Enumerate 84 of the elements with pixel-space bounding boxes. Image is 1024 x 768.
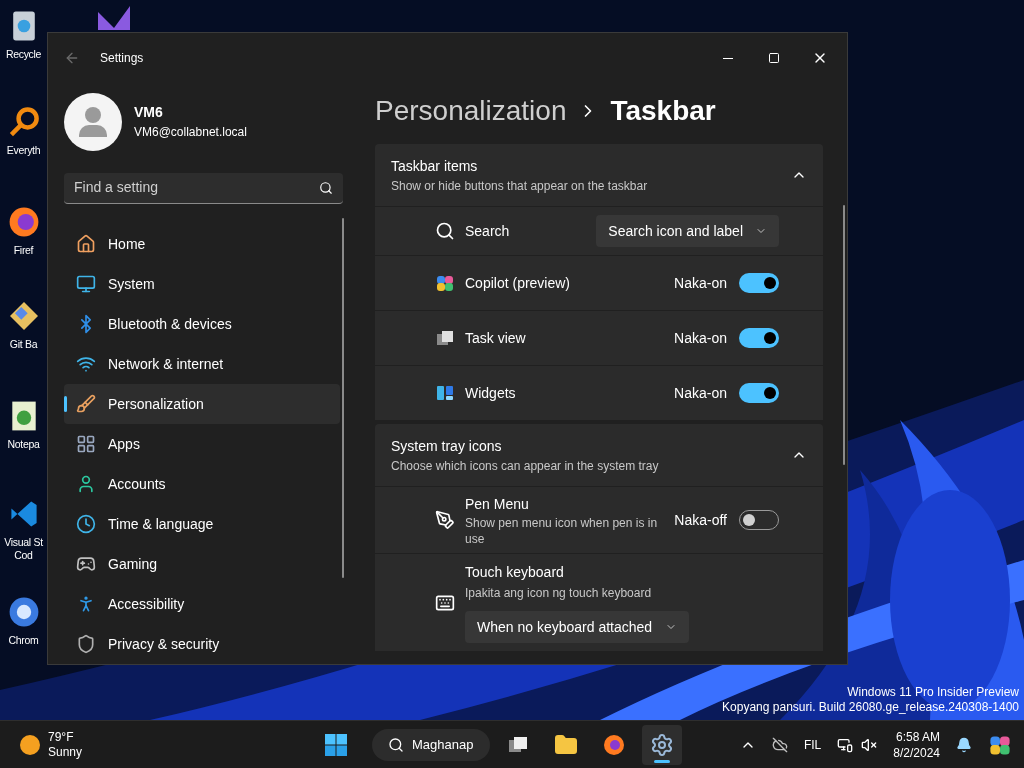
start-icon[interactable] [324,732,348,757]
maximize-icon [768,52,780,64]
minimize-icon [723,57,733,59]
nav-item[interactable]: Personalization [64,384,340,424]
nav-item[interactable]: Gaming [64,544,340,584]
setting-label: Copilot (preview) [465,273,572,293]
section-subtitle: Show or hide buttons that appear on the taskbar [391,177,649,195]
nav-item[interactable]: Accounts [64,464,340,504]
setting-label: Pen Menu [465,494,530,514]
setting-label: Widgets [465,383,517,403]
toggle-switch[interactable] [739,328,779,348]
toggle-state-label: Naka-on [674,273,727,293]
toggle-switch[interactable] [739,273,779,293]
account-email: VM6@collabnet.local [134,124,247,142]
shield-icon [76,634,96,654]
volume-muted-icon[interactable] [861,736,878,753]
dropdown[interactable]: Search icon and label [596,215,779,247]
nav-item[interactable]: Accessibility [64,584,340,624]
task-view-icon [435,328,455,348]
cloud-off-icon[interactable] [771,736,788,753]
section-title: System tray icons [391,436,503,456]
account-name: VM6 [134,103,164,123]
watermark-text: Kopyang pansuri. Build 26080.ge_release.240308-1400 [722,700,1019,715]
desktop-icon-label[interactable]: Git Ba [9,338,38,351]
gear-icon [650,732,674,757]
clock-time[interactable]: 6:58 AM [895,728,940,745]
apps-icon [76,434,96,454]
wifi-icon [76,354,96,374]
desktop-icon-label[interactable]: Notepa [7,438,40,451]
clock-icon [76,514,96,534]
brush-icon [76,394,96,414]
toggle-state-label: Naka-off [674,510,727,530]
toggle-state-label: Naka-on [674,328,727,348]
person-icon [76,474,96,494]
house-icon [76,234,96,254]
page-title: Taskbar [610,94,716,128]
scrollbar[interactable] [843,205,845,465]
toggle-switch[interactable] [739,383,779,403]
desktop-icon-label[interactable]: Visual St Cod [4,536,43,562]
language-indicator[interactable]: FIL [803,735,822,754]
bell-icon[interactable] [956,736,972,753]
section-header[interactable]: Taskbar items Show or hide buttons that appear on the taskbar [375,144,823,206]
nav-item[interactable]: Home [64,224,340,264]
nav-item[interactable]: Network & internet [64,344,340,384]
nav-item[interactable]: System [64,264,340,304]
setting-description: Ipakita ang icon ng touch keyboard [465,585,653,601]
desktop-icon-label[interactable]: Recycle [5,48,42,61]
desktop-icon-label[interactable]: Everyth [6,144,41,157]
nav-item[interactable]: Bluetooth & devices [64,304,340,344]
setting-description: Show pen menu icon when pen is in use [465,514,659,547]
setting-label: Search [465,221,510,241]
breadcrumb-parent[interactable]: Personalization [375,90,567,132]
setting-label: Task view [465,328,527,348]
search-placeholder: Find a setting [74,178,160,198]
search-icon [435,221,455,241]
widgets-icon [435,383,455,403]
search-icon [388,736,404,753]
sun-icon [20,734,40,755]
clock-date[interactable]: 8/2/2024 [893,744,940,761]
dropdown[interactable]: When no keyboard attached [465,611,689,643]
gamepad-icon [76,554,96,574]
section-subtitle: Choose which icons can appear in the system tray [391,457,660,475]
section-title: Taskbar items [391,156,479,176]
setting-label: Touch keyboard [465,563,565,582]
nav-item[interactable]: Time & language [64,504,340,544]
folder-icon [554,732,578,757]
pen-icon [435,510,455,530]
weather-condition[interactable]: Sunny [48,744,83,760]
nav-item[interactable]: Apps [64,424,340,464]
watermark-text: Windows 11 Pro Insider Preview [847,685,1019,700]
scrollbar[interactable] [342,218,344,578]
taskbar-app[interactable] [642,724,682,765]
search-icon [319,180,333,195]
section-header[interactable]: System tray icons Choose which icons can appear in the system tray [375,424,823,486]
search-field[interactable]: Find a setting [64,172,343,204]
nav-item[interactable]: Privacy & security [64,624,340,664]
desktop-icon-label[interactable]: Firef [13,244,34,257]
monitor-icon [76,274,96,294]
taskbar-search[interactable]: Maghanap [372,728,490,761]
toggle-state-label: Naka-on [674,383,727,403]
window-title: Settings [100,50,144,67]
weather-temperature[interactable]: 79°F [48,729,83,745]
avatar [64,92,122,151]
desktop-icon-label[interactable]: Chrom [8,634,39,647]
